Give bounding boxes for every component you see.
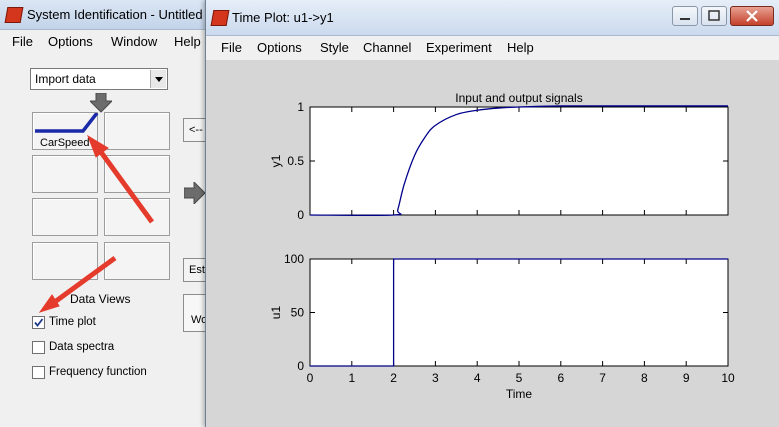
y-axis-label: y1 <box>269 154 283 167</box>
y-tick-label: 0 <box>297 359 304 373</box>
front-menu-file[interactable]: File <box>221 40 242 55</box>
axes-box <box>309 106 729 216</box>
front-menu-channel[interactable]: Channel <box>363 40 411 55</box>
front-title-bar[interactable]: Time Plot: u1->y1 <box>206 0 779 36</box>
close-icon <box>746 10 758 22</box>
y-tick-label: 100 <box>284 252 304 266</box>
y-tick-label: 0 <box>297 208 304 222</box>
front-window-title: Time Plot: u1->y1 <box>232 10 334 25</box>
x-axis-label: Time <box>506 387 533 401</box>
x-tick-label: 4 <box>474 371 481 385</box>
time-plot-window: Time Plot: u1->y1 File Options Style Cha… <box>205 0 779 427</box>
restore-icon <box>708 10 720 21</box>
plot-figure: 0 0.5 1 Input and output signals y1 0 50 100 0 1 2… <box>206 60 779 427</box>
y-tick-label: 50 <box>291 306 305 320</box>
axes-box <box>309 258 729 367</box>
close-button[interactable] <box>730 6 774 26</box>
matlab-icon <box>210 10 230 26</box>
y-tick-label: 0.5 <box>287 154 304 168</box>
front-menu-bar: File Options Style Channel Experiment He… <box>206 36 779 60</box>
x-tick-label: 7 <box>599 371 606 385</box>
front-menu-options[interactable]: Options <box>257 40 302 55</box>
y-tick-label: 1 <box>297 100 304 114</box>
front-menu-help[interactable]: Help <box>507 40 534 55</box>
front-menu-style[interactable]: Style <box>320 40 349 55</box>
maximize-button[interactable] <box>701 6 727 26</box>
time-plot-chart: 0 0.5 1 Input and output signals y1 0 50 100 0 1 2… <box>269 91 735 401</box>
y-axis-label: u1 <box>269 306 283 320</box>
chart-title: Input and output signals <box>455 91 582 105</box>
minimize-icon <box>680 18 690 20</box>
x-tick-label: 2 <box>390 371 397 385</box>
x-tick-label: 10 <box>721 371 735 385</box>
x-tick-label: 6 <box>557 371 564 385</box>
x-tick-label: 1 <box>348 371 355 385</box>
x-tick-label: 3 <box>432 371 439 385</box>
annotation-arrows <box>38 134 155 313</box>
x-tick-label: 8 <box>641 371 648 385</box>
minimize-button[interactable] <box>672 6 698 26</box>
arrow-head-icon <box>38 294 60 313</box>
front-menu-experiment[interactable]: Experiment <box>426 40 492 55</box>
x-tick-label: 9 <box>683 371 690 385</box>
x-tick-label: 0 <box>307 371 314 385</box>
x-tick-label: 5 <box>516 371 523 385</box>
